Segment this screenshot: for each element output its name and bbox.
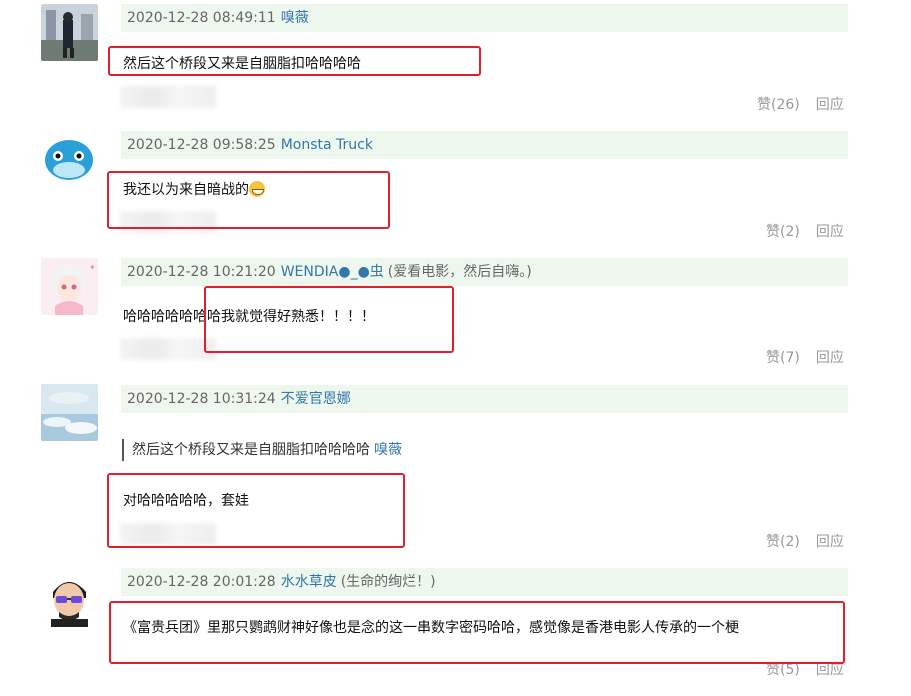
quoted-username[interactable]: 嗅薇	[374, 442, 402, 458]
avatar-sky-clouds[interactable]	[41, 384, 98, 441]
comment-actions: 赞(7) 回应	[766, 347, 844, 367]
avatar-blue-whale[interactable]	[41, 130, 98, 187]
comment-meta: 2020-12-28 10:21:20 WENDIA●_●虫 (爱看电影，然后自嗨。…	[121, 258, 848, 286]
comment-username[interactable]: 水水草皮	[281, 574, 337, 590]
blurred-text	[120, 338, 216, 360]
like-button[interactable]: 赞(2)	[766, 224, 800, 240]
like-button[interactable]: 赞(5)	[766, 662, 800, 678]
comment-actions: 赞(26) 回应	[757, 94, 844, 114]
reply-button[interactable]: 回应	[816, 97, 844, 113]
comment-meta: 2020-12-28 10:31:24 不爱官恩娜	[121, 385, 848, 413]
avatar-cartoon-man[interactable]	[41, 570, 98, 627]
reply-button[interactable]: 回应	[816, 224, 844, 240]
comment-username[interactable]: 不爱官恩娜	[281, 391, 351, 407]
highlight-box	[107, 171, 390, 229]
reply-button[interactable]: 回应	[816, 662, 844, 678]
reply-button[interactable]: 回应	[816, 350, 844, 366]
comment-time: 2020-12-28 10:31:24	[127, 391, 276, 407]
comment-username[interactable]: 嗅薇	[281, 10, 309, 26]
comment-meta: 2020-12-28 09:58:25 Monsta Truck	[121, 131, 848, 159]
quoted-comment: 然后这个桥段又来是自胭脂扣哈哈哈哈 嗅薇	[122, 439, 402, 461]
comment-actions: 赞(2) 回应	[766, 221, 844, 241]
comment-meta: 2020-12-28 20:01:28 水水草皮 (生命的绚烂！)	[121, 568, 848, 596]
like-button[interactable]: 赞(2)	[766, 534, 800, 550]
highlight-box	[108, 46, 481, 76]
like-button[interactable]: 赞(26)	[757, 97, 800, 113]
comment-username[interactable]: WENDIA●_●虫	[281, 264, 384, 280]
comment-time: 2020-12-28 10:21:20	[127, 264, 276, 280]
comment-time: 2020-12-28 20:01:28	[127, 574, 276, 590]
reply-button[interactable]: 回应	[816, 534, 844, 550]
comment-signature: (生命的绚烂！)	[340, 574, 436, 590]
quoted-text: 然后这个桥段又来是自胭脂扣哈哈哈哈	[132, 442, 370, 458]
like-button[interactable]: 赞(7)	[766, 350, 800, 366]
comment-username[interactable]: Monsta Truck	[281, 137, 373, 153]
highlight-box	[109, 601, 845, 664]
highlight-box	[107, 473, 405, 548]
svg-text:✦: ✦	[89, 263, 96, 272]
highlight-box	[204, 286, 454, 353]
avatar-anime-girl[interactable]: ✦	[41, 258, 98, 315]
avatar-photo-street[interactable]	[41, 4, 98, 61]
comment-time: 2020-12-28 08:49:11	[127, 10, 276, 26]
comment-signature: (爱看电影，然后自嗨。)	[387, 264, 532, 280]
comment-time: 2020-12-28 09:58:25	[127, 137, 276, 153]
comment-meta: 2020-12-28 08:49:11 嗅薇	[121, 4, 848, 32]
blurred-text	[120, 86, 216, 108]
comment-actions: 赞(2) 回应	[766, 531, 844, 551]
